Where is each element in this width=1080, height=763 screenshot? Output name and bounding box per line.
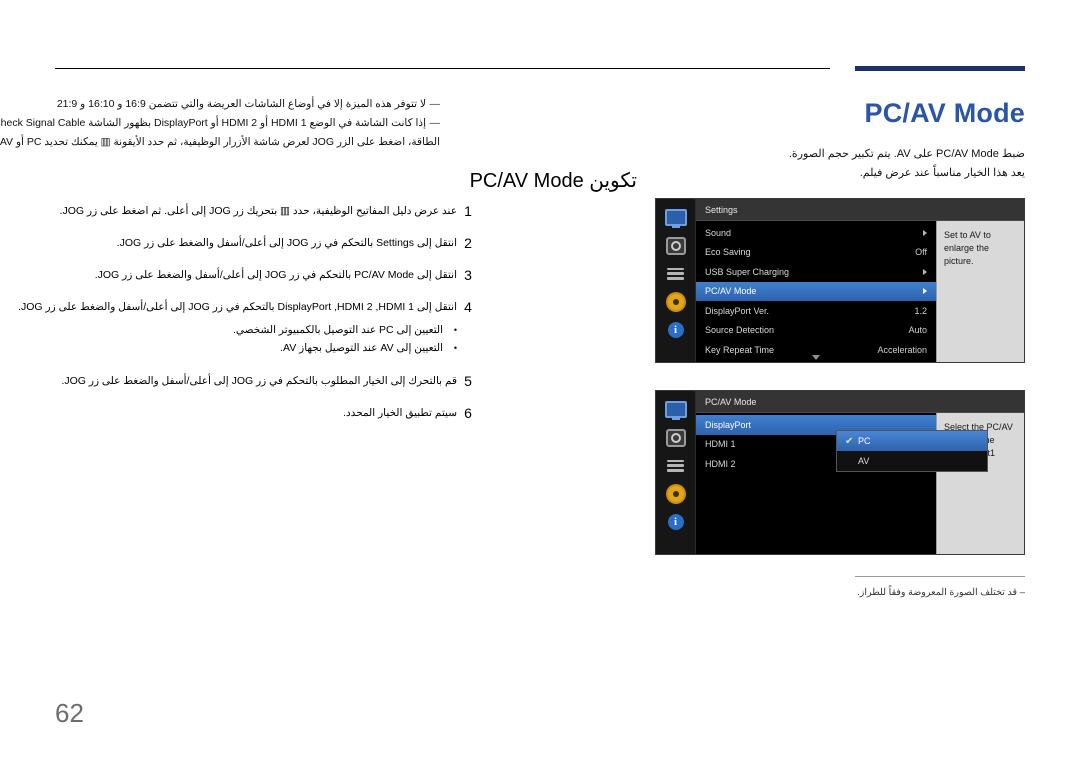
notes-block: ―لا تتوفر هذه الميزة إلا في أوضاع الشاشا… — [0, 95, 440, 152]
header-rule-right — [855, 66, 1025, 71]
osd-menu-item-eco-saving[interactable]: Eco Saving Off — [696, 243, 936, 263]
osd-submenu-item-av[interactable]: AV — [837, 451, 987, 471]
monitor-icon[interactable] — [664, 209, 687, 228]
step-subitem-text: التعيين إلى PC عند التوصيل بالكمبيوتر ال… — [232, 324, 443, 336]
step-item: 4 انتقل إلى DisplayPort ,HDMI 2 ,HDMI 1 … — [0, 299, 477, 357]
step-number: 5 — [464, 373, 472, 389]
step-item: 6 سيتم تطبيق الخيار المحدد. — [0, 405, 477, 421]
osd-menu-list: Sound Eco Saving Off USB Super Charging … — [696, 221, 936, 362]
step-text: قم بالتحرك إلى الخيار المطلوب بالتحكم في… — [61, 375, 457, 387]
osd-icon-rail: i — [656, 391, 696, 554]
step-number: 2 — [464, 235, 472, 251]
osd-menu-item-usb-super-charging[interactable]: USB Super Charging — [696, 262, 936, 282]
osd-title: PC/AV Mode — [696, 391, 1024, 413]
osd-screenshot-pc-av-mode: i PC/AV Mode DisplayPort HDMI 1 HDMI 2 ✔… — [655, 390, 1025, 555]
osd-item-label: Sound — [705, 227, 732, 238]
osd-main: PC/AV Mode DisplayPort HDMI 1 HDMI 2 ✔ P… — [696, 391, 1024, 554]
brightness-icon[interactable] — [665, 428, 687, 447]
chevron-right-icon — [923, 229, 927, 236]
osd-menu-item-source-detection[interactable]: Source Detection Auto — [696, 321, 936, 341]
note-item: ―لا تتوفر هذه الميزة إلا في أوضاع الشاشا… — [0, 95, 440, 114]
scroll-down-icon[interactable] — [812, 355, 820, 360]
bottom-note-dash-icon: ‒ — [1017, 587, 1025, 598]
step-item: 3 انتقل إلى PC/AV Mode بالتحكم في زر JOG… — [0, 267, 477, 283]
page-title: PC/AV Mode — [864, 98, 1025, 128]
osd-item-label: Key Repeat Time — [705, 344, 775, 355]
osd-item-label: PC/AV Mode — [705, 286, 757, 297]
step-number: 1 — [464, 203, 472, 219]
info-icon[interactable]: i — [665, 321, 687, 338]
step-sublist: • التعيين إلى PC عند التوصيل بالكمبيوتر … — [0, 321, 457, 357]
osd-submenu: ✔ PC AV — [836, 430, 988, 472]
step-number: 3 — [464, 267, 472, 283]
bottom-note-text: قد تختلف الصورة المعروضة وفقاً للطراز. — [857, 587, 1018, 598]
osd-item-value: Off — [915, 247, 927, 258]
step-text: انتقل إلى DisplayPort ,HDMI 2 ,HDMI 1 با… — [18, 301, 457, 313]
brightness-icon[interactable] — [665, 236, 687, 255]
chevron-right-icon — [923, 288, 927, 295]
osd-menu-item-pc-av-mode[interactable]: PC/AV Mode — [696, 281, 936, 301]
section-heading: تكوين PC/AV Mode — [469, 170, 637, 192]
header-rule-left — [55, 68, 830, 69]
monitor-icon[interactable] — [664, 401, 687, 420]
chevron-right-icon — [923, 268, 927, 275]
osd-main: Settings Sound Eco Saving Off USB Super … — [696, 199, 1024, 362]
osd-item-label: DisplayPort Ver. — [705, 305, 770, 316]
note-dash-icon: ― — [429, 98, 441, 110]
osd-body: DisplayPort HDMI 1 HDMI 2 ✔ PC AV Select… — [696, 413, 1024, 554]
step-item: 2 انتقل إلى Settings بالتحكم في زر JOG إ… — [0, 235, 477, 251]
step-subitem: • التعيين إلى PC عند التوصيل بالكمبيوتر … — [0, 321, 457, 339]
check-icon: ✔ — [845, 435, 854, 447]
note-item: ―إذا كانت الشاشة في الوضع HDMI 1 أو HDMI… — [0, 114, 440, 152]
step-subitem: • التعيين إلى AV عند التوصيل بجهاز AV. — [0, 339, 457, 357]
info-icon[interactable]: i — [665, 513, 687, 530]
step-subitem-text: التعيين إلى AV عند التوصيل بجهاز AV. — [280, 342, 443, 354]
gear-icon[interactable] — [665, 485, 687, 502]
osd-item-label: Source Detection — [705, 325, 775, 336]
note-dash-icon: ― — [429, 117, 441, 129]
osd-icon-rail: i — [656, 199, 696, 362]
step-text: عند عرض دليل المفاتيح الوظيفية، حدد ▥ بت… — [59, 205, 457, 217]
osd-submenu-label: AV — [858, 456, 870, 466]
osd-menu-item-displayport-ver[interactable]: DisplayPort Ver. 1.2 — [696, 301, 936, 321]
osd-item-label: HDMI 1 — [705, 439, 736, 450]
step-text: انتقل إلى PC/AV Mode بالتحكم في زر JOG إ… — [94, 269, 457, 281]
osd-item-label: HDMI 2 — [705, 458, 736, 469]
osd-item-label: DisplayPort — [705, 419, 752, 430]
osd-submenu-label: PC — [858, 436, 871, 446]
osd-submenu-item-pc[interactable]: ✔ PC — [837, 431, 987, 451]
osd-item-value: 1.2 — [914, 305, 927, 316]
osd-body: Sound Eco Saving Off USB Super Charging … — [696, 221, 1024, 362]
step-number: 6 — [464, 405, 472, 421]
gear-icon[interactable] — [665, 293, 687, 310]
bullet-icon: • — [453, 343, 457, 353]
step-item: 1 عند عرض دليل المفاتيح الوظيفية، حدد ▥ … — [0, 203, 477, 219]
intro-line-1: ضبط PC/AV Mode على AV. يتم تكبير حجم الص… — [788, 148, 1025, 160]
osd-menu-list: DisplayPort HDMI 1 HDMI 2 ✔ PC AV — [696, 413, 988, 554]
osd-item-value: Auto — [908, 325, 927, 336]
menu-lines-icon[interactable] — [665, 457, 687, 474]
step-text: سيتم تطبيق الخيار المحدد. — [343, 407, 457, 419]
step-item: 5 قم بالتحرك إلى الخيار المطلوب بالتحكم … — [0, 373, 477, 389]
osd-item-value: Acceleration — [877, 344, 927, 355]
step-number: 4 — [464, 299, 472, 315]
osd-title: Settings — [696, 199, 1024, 221]
osd-help-text: Set to AV to enlarge the picture. — [936, 221, 1024, 362]
bottom-note: ‒ قد تختلف الصورة المعروضة وفقاً للطراز. — [585, 585, 1025, 601]
steps-list: 1 عند عرض دليل المفاتيح الوظيفية، حدد ▥ … — [0, 203, 477, 437]
bottom-rule — [855, 576, 1025, 577]
step-text: انتقل إلى Settings بالتحكم في زر JOG إلى… — [116, 237, 457, 249]
page-number: 62 — [55, 698, 84, 728]
osd-screenshot-settings: i Settings Sound Eco Saving Off USB Supe… — [655, 198, 1025, 363]
bullet-icon: • — [453, 325, 457, 335]
osd-item-label: Eco Saving — [705, 247, 751, 258]
osd-menu-item-sound[interactable]: Sound — [696, 223, 936, 243]
osd-item-label: USB Super Charging — [705, 266, 790, 277]
menu-lines-icon[interactable] — [665, 265, 687, 282]
